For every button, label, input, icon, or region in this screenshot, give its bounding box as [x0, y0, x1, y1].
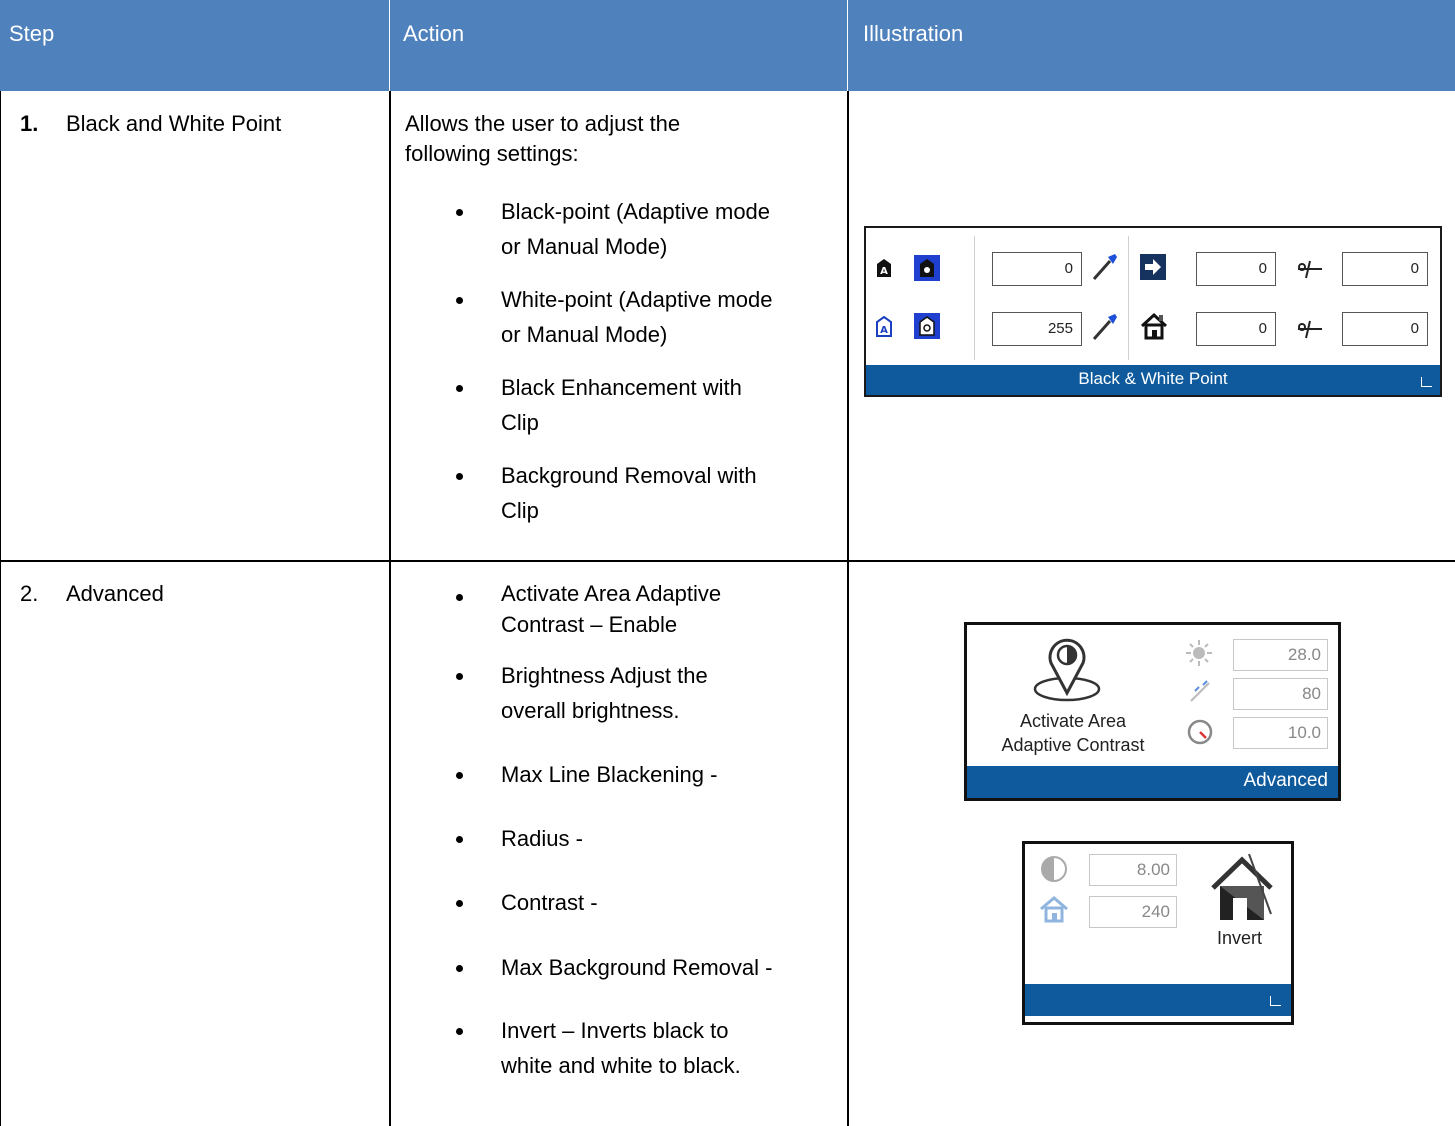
header-illustration: Illustration	[848, 0, 1455, 91]
instruction-table: Step Action Illustration 1. Black and Wh…	[0, 0, 1455, 1126]
separator	[974, 236, 975, 360]
bullet-icon	[456, 473, 463, 480]
contrast-icon	[1039, 854, 1069, 889]
row2-bullet1-line2: Contrast – Enable	[501, 612, 678, 637]
black-point-adaptive-icon[interactable]: A	[876, 258, 892, 283]
invert-label: Invert	[1217, 928, 1263, 948]
row1-bullet4-line2: Clip	[501, 498, 539, 523]
black-clip-input[interactable]: 0	[1342, 252, 1428, 286]
white-point-manual-icon[interactable]	[914, 313, 940, 344]
bullet-icon	[456, 965, 463, 972]
black-enhancement-icon[interactable]	[1140, 254, 1166, 285]
clip-scissors-icon[interactable]	[1296, 258, 1324, 285]
header-step: Step	[0, 0, 389, 91]
ribbon-group-title: Black & White Point	[1078, 369, 1228, 388]
radius-input[interactable]: 10.0	[1233, 717, 1328, 749]
background-removal-icon	[1039, 894, 1069, 929]
row2-step-number: 2.	[20, 581, 39, 606]
clip-scissors-icon[interactable]	[1296, 318, 1324, 345]
ribbon-group-bar: Advanced	[967, 766, 1338, 798]
header-action-label: Action	[403, 21, 465, 46]
brightness-sun-icon	[1185, 639, 1213, 672]
bullet-icon	[456, 1028, 463, 1035]
eyedropper-icon[interactable]	[1090, 312, 1118, 347]
row1-bullet3-line1: Black Enhancement with	[501, 375, 742, 400]
header-step-label: Step	[9, 21, 55, 46]
black-enhancement-input[interactable]: 0	[1196, 252, 1276, 286]
row2-bullet2-line1: Brightness Adjust the	[501, 663, 708, 688]
header-illustration-label: Illustration	[863, 21, 964, 46]
radius-dial-icon	[1186, 718, 1214, 751]
column-divider	[389, 91, 391, 1126]
ribbon-group-bar: Black & White Point	[866, 365, 1440, 395]
max-background-removal-input[interactable]: 240	[1089, 896, 1177, 928]
row-divider	[0, 560, 1455, 562]
bullet-icon	[456, 900, 463, 907]
row2-bullet7-line2: white and white to black.	[501, 1053, 741, 1078]
bullet-icon	[456, 772, 463, 779]
row2-step-name: Advanced	[66, 581, 164, 606]
row2-bullet1-line1: Activate Area Adaptive	[501, 581, 722, 606]
advanced-panel: Activate Area Adaptive Contrast 28.0 80 …	[964, 622, 1341, 801]
svg-text:A: A	[880, 325, 888, 336]
contrast-input[interactable]: 8.00	[1089, 854, 1177, 886]
separator	[1128, 236, 1129, 360]
dialog-launcher-icon[interactable]	[1270, 996, 1281, 1006]
invert-house-icon[interactable]	[1209, 853, 1275, 927]
eyedropper-icon[interactable]	[1090, 252, 1118, 287]
max-line-blackening-icon	[1187, 679, 1213, 710]
row2-bullet2-line2: overall brightness.	[501, 698, 680, 723]
row1-bullet3-line2: Clip	[501, 410, 539, 435]
max-line-blackening-input[interactable]: 80	[1233, 678, 1328, 710]
invert-panel: 8.00 240 Invert	[1022, 841, 1294, 1025]
activate-area-adaptive-contrast-button[interactable]	[1031, 635, 1103, 708]
activate-area-caption-line1: Activate Area	[1019, 711, 1127, 731]
background-removal-input[interactable]: 0	[1196, 312, 1276, 346]
black-white-point-panel: A 0 0 0 A 255 0 0 Black & White Point	[864, 226, 1442, 397]
row1-bullet2-line1: White-point (Adaptive mode	[501, 287, 773, 312]
white-point-adaptive-icon[interactable]: A	[876, 315, 892, 343]
brightness-input[interactable]: 28.0	[1233, 639, 1328, 671]
table-left-border	[0, 91, 1, 1126]
ribbon-group-title: Advanced	[1243, 770, 1328, 791]
bullet-icon	[456, 594, 463, 601]
bullet-icon	[456, 209, 463, 216]
row2-bullet4: Radius -	[501, 826, 583, 851]
row1-bullet2-line2: or Manual Mode)	[501, 322, 668, 347]
row2-bullet3: Max Line Blackening -	[501, 762, 718, 787]
svg-text:A: A	[880, 266, 888, 277]
ribbon-group-bar	[1025, 984, 1291, 1016]
row1-step-name: Black and White Point	[66, 111, 282, 136]
bullet-icon	[456, 836, 463, 843]
column-divider	[847, 91, 849, 1126]
white-point-input[interactable]: 255	[992, 312, 1082, 346]
header-action: Action	[390, 0, 847, 91]
row1-bullet4-line1: Background Removal with	[501, 463, 757, 488]
row1-step-number: 1.	[20, 111, 39, 136]
row1-intro-line2: following settings:	[405, 141, 579, 166]
row2-bullet6: Max Background Removal -	[501, 955, 773, 980]
dialog-launcher-icon[interactable]	[1421, 377, 1432, 387]
background-removal-icon[interactable]	[1140, 312, 1168, 345]
black-point-input[interactable]: 0	[992, 252, 1082, 286]
bullet-icon	[456, 297, 463, 304]
row1-bullet1-line1: Black-point (Adaptive mode	[501, 199, 771, 224]
background-clip-input[interactable]: 0	[1342, 312, 1428, 346]
bullet-icon	[456, 385, 463, 392]
row2-bullet7-line1: Invert – Inverts black to	[501, 1018, 729, 1043]
bullet-icon	[456, 673, 463, 680]
row1-bullet1-line2: or Manual Mode)	[501, 234, 668, 259]
activate-area-caption-line2: Adaptive Contrast	[1001, 735, 1145, 755]
black-point-manual-icon[interactable]	[914, 255, 940, 286]
row2-bullet5: Contrast -	[501, 890, 598, 915]
